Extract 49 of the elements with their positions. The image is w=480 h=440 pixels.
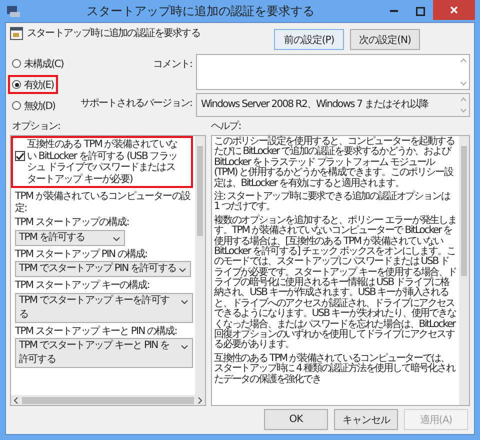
chevron-down-icon <box>181 300 188 304</box>
radio-option[interactable]: 未構成(C) <box>8 54 68 73</box>
radio-option[interactable]: 無効(D) <box>8 96 60 115</box>
dialog-button[interactable]: OK <box>264 409 328 430</box>
scroll-up-icon <box>460 58 467 63</box>
supported-label: サポートされるバージョン: <box>79 97 192 111</box>
option-dropdown[interactable]: TPM を許可する <box>15 230 125 246</box>
nav-button[interactable]: 前の設定(P) <box>274 29 344 50</box>
dialog-button[interactable]: キャンセル <box>334 409 398 430</box>
horizontal-scrollbar[interactable] <box>11 395 205 405</box>
option-label: TPM スタートアップの構成: <box>15 216 130 228</box>
help-paragraph: このポリシー設定を使用すると、コンピューターを起動するたびに BitLocker で追加の認証を要求するかどうか、および BitLocker をトラステッド プラットフォーム モジュール (TPM) と併用するかどうかを構成できます。このポリシー設定は、BitLocker を有効にすると適用されます。 <box>214 137 456 189</box>
scroll-down-icon <box>460 108 467 113</box>
close-button[interactable] <box>433 0 475 20</box>
help-paragraph: 互換性のある TPM が装備されているコンピューターでは、スタートアップ時に 4 種類の認証方法を使用して暗号化されたデータの保護を強化でき <box>214 354 456 385</box>
policy-title: スタートアップ時に追加の認証を要求する <box>27 27 201 40</box>
vertical-scrollbar[interactable] <box>195 136 205 395</box>
comment-label: コメント: <box>152 58 192 72</box>
scroll-right-icon <box>198 396 202 404</box>
close-icon <box>450 6 458 14</box>
scroll-up-icon <box>460 97 467 102</box>
checkmark-icon <box>16 152 24 160</box>
policy-icon <box>7 6 20 16</box>
scroll-left-icon <box>14 396 18 404</box>
window-title: スタートアップ時に追加の認証を要求する <box>86 2 316 20</box>
option-dropdown[interactable]: TPM でスタートアップ キーを許可する <box>15 292 193 322</box>
maximize-icon <box>416 6 424 16</box>
option-checkbox[interactable]: 互換性のある TPM が装備されていない BitLocker を許可する (USB フラッシュ ドライブでパスワードまたはスタートアップ キーが必要) <box>11 136 193 188</box>
option-label: TPM スタートアップ PIN の構成: <box>15 248 148 260</box>
scroll-down-icon <box>460 81 467 86</box>
comment-field[interactable] <box>196 54 470 90</box>
radio-option[interactable]: 有効(E) <box>8 75 58 94</box>
help-paragraph: 注: スタートアップ時に要求できる追加の認証オプションは 1 つだけです。 <box>214 192 452 213</box>
help-label: ヘルプ: <box>211 120 241 133</box>
option-label: TPM スタートアップ キーの構成: <box>15 278 150 292</box>
chevron-down-icon <box>181 345 188 349</box>
chevron-down-icon <box>113 236 120 240</box>
chevron-down-icon <box>178 268 186 272</box>
option-label: TPM スタートアップ キーと PIN の構成: <box>15 324 178 337</box>
policy-icon <box>10 27 23 40</box>
help-paragraph: 複数のオプションを追加すると、ポリシー エラーが発生します。TPM が装備されていないコンピューターで BitLocker を使用する場合は、[互換性のある TPM が装備されていない BitLocker を許可する] チェック ボックスをオンにします。このモードでは、スタートアップにパスワードまたは USB ドライブが必要です。スタートアップ キーを使用する場合、ドライブの暗号化に使用されるキー情報は USB ドライブに格納され、USB キーが作成されます。USB キーが挿入されると、ドライブへのアクセスが認証され、ドライブにアクセスできるようになります。USB キーが失われたり、使用できなくなった場合、またはパスワードを忘れた場合は、BitLocker 回復オプションのいずれかを使用してドライブにアクセスする必要があります。 <box>214 216 457 351</box>
option-label: TPM が装備されているコンピューターの設定: <box>15 190 192 214</box>
minimize-icon <box>390 10 398 12</box>
nav-button[interactable]: 次の設定(N) <box>350 29 420 50</box>
supported-text: Windows Server 2008 R2、Windows 7 またはそれ以降 <box>201 99 428 110</box>
option-dropdown[interactable]: TPM でスタートアップ キーと PIN を許可する <box>15 338 193 368</box>
options-label: オプション: <box>12 120 61 133</box>
option-dropdown[interactable]: TPM でスタートアップ PIN を許可する <box>15 261 191 277</box>
vertical-scrollbar[interactable] <box>459 136 469 405</box>
